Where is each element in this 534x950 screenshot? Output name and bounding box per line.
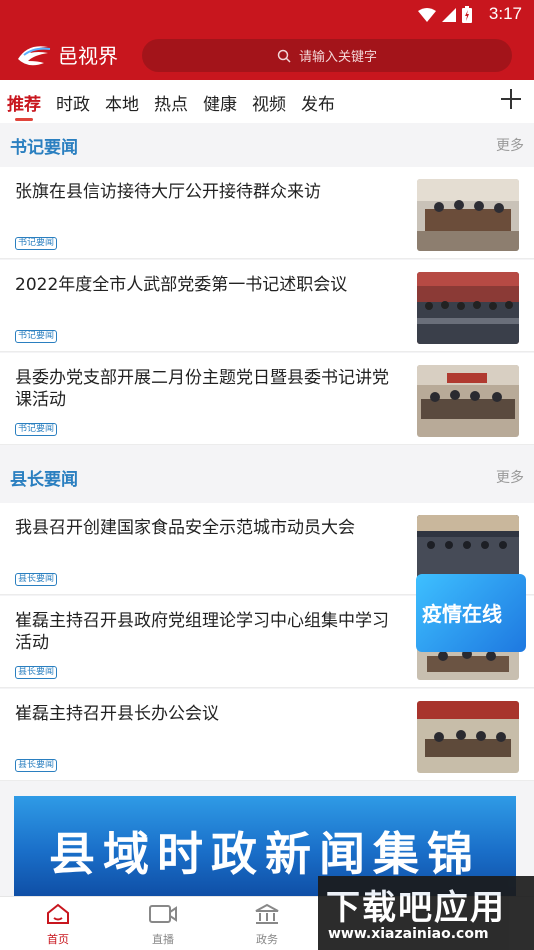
- video-camera-icon: [149, 905, 177, 923]
- category-tabs: 推荐 时政 本地 热点 健康 视频 发布: [0, 80, 534, 123]
- home-icon: [47, 903, 69, 924]
- news-item[interactable]: 崔磊主持召开县长办公会议 县长要闻: [0, 689, 534, 781]
- tab-video[interactable]: 视频: [252, 90, 286, 115]
- more-link[interactable]: 更多: [496, 135, 524, 155]
- signal-icon: [442, 7, 456, 22]
- news-tag: 县长要闻: [15, 573, 58, 586]
- section-title: 书记要闻: [10, 138, 78, 158]
- nav-home[interactable]: 首页: [18, 903, 98, 947]
- tab-local[interactable]: 本地: [105, 90, 139, 115]
- add-tab-icon[interactable]: [500, 88, 522, 110]
- battery-icon: [462, 6, 472, 23]
- news-thumbnail: [417, 365, 519, 437]
- clock: 3:17: [488, 4, 522, 23]
- news-item[interactable]: 县委办党支部开展二月份主题党日暨县委书记讲党课活动 书记要闻: [0, 353, 534, 445]
- search-input[interactable]: 请输入关键字: [142, 39, 512, 72]
- search-icon: [277, 49, 291, 63]
- tab-recommend[interactable]: 推荐: [7, 90, 41, 115]
- badge-text: 疫情在线: [422, 602, 502, 626]
- news-tag: 书记要闻: [15, 330, 58, 343]
- active-tab-indicator: [15, 118, 33, 121]
- nav-label: 首页: [47, 933, 69, 946]
- nav-government[interactable]: 政务: [227, 903, 307, 947]
- news-thumbnail: [417, 701, 519, 773]
- status-icons: [418, 6, 472, 23]
- epidemic-online-badge[interactable]: 疫情在线: [416, 574, 526, 652]
- news-headline: 崔磊主持召开县长办公会议: [15, 704, 219, 724]
- tab-publish[interactable]: 发布: [301, 90, 335, 115]
- news-headline: 2022年度全市人武部党委第一书记述职会议: [15, 275, 348, 295]
- nav-label: 直播: [152, 933, 174, 946]
- watermark-url: www.xiazainiao.com: [328, 926, 489, 942]
- news-tag: 书记要闻: [15, 423, 58, 436]
- news-tag: 县长要闻: [15, 666, 58, 679]
- search-placeholder: 请输入关键字: [298, 50, 377, 65]
- nav-live[interactable]: 直播: [123, 903, 203, 947]
- news-item[interactable]: 2022年度全市人武部党委第一书记述职会议 书记要闻: [0, 260, 534, 352]
- nav-label: 政务: [256, 933, 278, 946]
- news-headline: 我县召开创建国家食品安全示范城市动员大会: [15, 518, 355, 538]
- news-headline: 县委办党支部开展二月份主题党日暨县委书记讲党课活动: [15, 368, 389, 410]
- news-tag: 县长要闻: [15, 759, 58, 772]
- site-watermark: 下载吧应用 www.xiazainiao.com: [318, 876, 534, 950]
- section-header-secretary: 书记要闻 更多: [0, 123, 534, 167]
- news-headline: 崔磊主持召开县政府党组理论学习中心组集中学习活动: [15, 611, 389, 653]
- section-title: 县长要闻: [10, 470, 78, 490]
- banner-text: 县域时政新闻集锦: [49, 827, 481, 881]
- logo-icon: [18, 45, 51, 65]
- status-bar: 3:17: [0, 0, 534, 30]
- news-tag: 书记要闻: [15, 237, 58, 250]
- tab-politics[interactable]: 时政: [56, 90, 90, 115]
- news-headline: 张旗在县信访接待大厅公开接待群众来访: [15, 182, 321, 202]
- news-thumbnail: [417, 179, 519, 251]
- watermark-title: 下载吧应用: [326, 888, 506, 928]
- app-logo[interactable]: 邑视界: [14, 40, 118, 69]
- news-thumbnail: [417, 272, 519, 344]
- tab-hot[interactable]: 热点: [154, 90, 188, 115]
- more-link[interactable]: 更多: [496, 467, 524, 487]
- tab-health[interactable]: 健康: [203, 90, 237, 115]
- government-building-icon: [255, 903, 279, 924]
- wifi-icon: [418, 7, 436, 22]
- news-item[interactable]: 张旗在县信访接待大厅公开接待群众来访 书记要闻: [0, 167, 534, 259]
- app-header: 邑视界 请输入关键字: [0, 30, 534, 80]
- section-header-county-head: 县长要闻 更多: [0, 455, 534, 499]
- app-name: 邑视界: [58, 44, 118, 68]
